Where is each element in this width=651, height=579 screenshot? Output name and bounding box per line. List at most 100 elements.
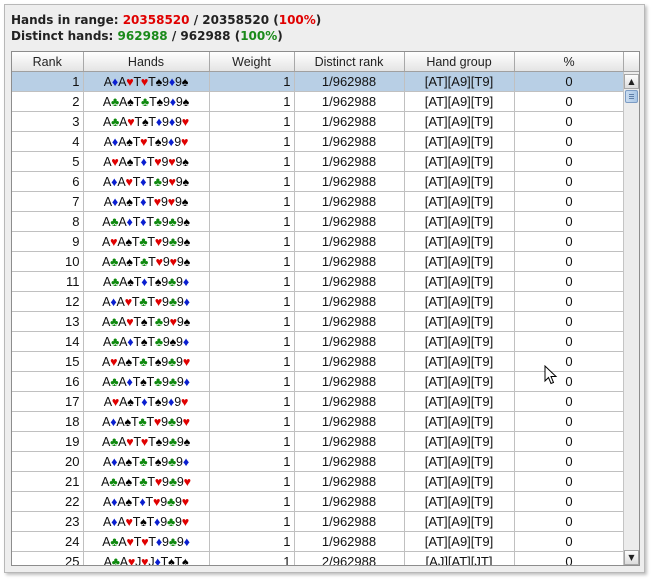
column-header-percent[interactable]: % <box>514 52 625 72</box>
spade-icon: ♠ <box>181 74 189 89</box>
cell-distinct-rank: 1/962988 <box>294 411 405 432</box>
cell-hand: A♦A♥T♣T♥9♣9♦ <box>83 291 210 312</box>
card-rank: 9 <box>162 94 170 109</box>
table-row[interactable]: 10 A♣A♠T♣T♥9♥9♠ 1 1/962988 [AT][A9][T9] 0 <box>12 251 625 272</box>
cell-hand: A♣A♠T♣T♥9♥9♠ <box>83 251 210 272</box>
cell-rank: 22 <box>12 491 84 512</box>
table-row[interactable]: 17 A♥A♠T♦T♠9♦9♥ 1 1/962988 [AT][A9][T9] 0 <box>12 391 625 412</box>
table-row[interactable]: 13 A♣A♥T♠T♣9♥9♠ 1 1/962988 [AT][A9][T9] 0 <box>12 311 625 332</box>
column-header-weight[interactable]: Weight <box>209 52 295 72</box>
heart-icon: ♥ <box>124 294 132 309</box>
table-row[interactable]: 21 A♣A♠T♣T♥9♣9♥ 1 1/962988 [AT][A9][T9] 0 <box>12 471 625 492</box>
cell-percent: 0 <box>514 531 625 552</box>
club-icon: ♣ <box>111 114 120 129</box>
table-row[interactable]: 24 A♣A♥T♥T♦9♣9♦ 1 1/962988 [AT][A9][T9] 0 <box>12 531 625 552</box>
mouse-cursor-icon <box>544 365 558 385</box>
club-icon: ♣ <box>110 434 119 449</box>
vertical-scrollbar[interactable]: ▲ ▼ <box>623 72 639 565</box>
table-row[interactable]: 23 A♦A♥T♠T♦9♣9♥ 1 1/962988 [AT][A9][T9] 0 <box>12 511 625 532</box>
card-rank: T <box>147 234 155 249</box>
card-rank: A <box>103 334 112 349</box>
table-row[interactable]: 6 A♦A♥T♦T♣9♥9♠ 1 1/962988 [AT][A9][T9] 0 <box>12 171 625 192</box>
card-rank: A <box>119 94 128 109</box>
cell-hand-group: [AT][A9][T9] <box>404 391 515 412</box>
distinct-hands-total: 962988 <box>180 29 231 43</box>
heart-icon: ♥ <box>167 194 175 209</box>
spade-icon: ♠ <box>182 94 190 109</box>
table-row[interactable]: 22 A♦A♠T♦T♥9♣9♥ 1 1/962988 [AT][A9][T9] 0 <box>12 491 625 512</box>
column-header-rank[interactable]: Rank <box>12 52 84 72</box>
diamond-icon: ♦ <box>183 374 190 389</box>
table-row[interactable]: 9 A♥A♠T♣T♥9♣9♠ 1 1/962988 [AT][A9][T9] 0 <box>12 231 625 252</box>
cell-weight: 1 <box>209 511 295 532</box>
cell-distinct-rank: 1/962988 <box>294 391 405 412</box>
card-rank: A <box>103 74 112 89</box>
table-row[interactable]: 7 A♦A♠T♦T♥9♥9♠ 1 1/962988 [AT][A9][T9] 0 <box>12 191 625 212</box>
table-row[interactable]: 14 A♣A♦T♠T♣9♠9♦ 1 1/962988 [AT][A9][T9] 0 <box>12 331 625 352</box>
card-rank: T <box>147 134 155 149</box>
cell-percent: 0 <box>514 191 625 212</box>
club-icon: ♣ <box>154 314 163 329</box>
table-row[interactable]: 15 A♥A♠T♣T♠9♣9♥ 1 1/962988 [AT][A9][T9] 0 <box>12 351 625 372</box>
card-rank: A <box>101 314 111 329</box>
table-row[interactable]: 2 A♣A♠T♣T♠9♦9♠ 1 1/962988 [AT][A9][T9] 0 <box>12 91 625 112</box>
cell-hand-group: [AT][A9][T9] <box>404 351 515 372</box>
table-row[interactable]: 11 A♣A♠T♦T♠9♣9♦ 1 1/962988 [AT][A9][T9] 0 <box>12 271 625 292</box>
club-icon: ♣ <box>167 414 176 429</box>
card-rank: 9 <box>176 274 183 289</box>
cell-hand-group: [AT][A9][T9] <box>404 511 515 532</box>
cell-hand-group: [AT][A9][T9] <box>404 271 515 292</box>
cell-percent: 0 <box>514 131 625 152</box>
heart-icon: ♥ <box>181 494 189 509</box>
cell-hand: A♥A♠T♣T♥9♣9♠ <box>83 231 210 252</box>
table-row[interactable]: 5 A♥A♠T♦T♥9♥9♠ 1 1/962988 [AT][A9][T9] 0 <box>12 151 625 172</box>
heart-icon: ♥ <box>127 554 136 566</box>
table-row[interactable]: 1 A♦A♥T♥T♠9♦9♠ 1 1/962988 [AT][A9][T9] 0 <box>12 71 625 92</box>
column-header-hand-group[interactable]: Hand group <box>404 52 515 72</box>
cell-rank: 5 <box>12 151 84 172</box>
club-icon: ♣ <box>111 334 120 349</box>
card-rank: 9 <box>176 334 183 349</box>
heart-icon: ♥ <box>182 354 191 369</box>
table-row[interactable]: 16 A♣A♦T♠T♣9♣9♦ 1 1/962988 [AT][A9][T9] 0 <box>12 371 625 392</box>
card-rank: 9 <box>162 534 169 549</box>
hands-in-range-line: Hands in range: 20358520 / 20358520 (100… <box>11 13 322 27</box>
table-row[interactable]: 3 A♣A♥T♠T♦9♦9♥ 1 1/962988 [AT][A9][T9] 0 <box>12 111 625 132</box>
card-rank: 9 <box>176 294 184 309</box>
card-rank: T <box>147 454 155 469</box>
table-row[interactable]: 18 A♦A♠T♣T♥9♣9♥ 1 1/962988 [AT][A9][T9] 0 <box>12 411 625 432</box>
hands-table-container[interactable]: Rank Hands Weight Distinct rank Hand gro… <box>11 51 640 566</box>
club-icon: ♣ <box>168 214 177 229</box>
club-icon: ♣ <box>154 334 163 349</box>
table-row[interactable]: 25 A♣A♥J♥J♦T♠T♠ 1 2/962988 [AJ][AT][JT] 0 <box>12 551 625 566</box>
header-corner <box>623 52 639 72</box>
card-rank: 9 <box>175 114 182 129</box>
card-rank: 9 <box>176 454 183 469</box>
cell-hand: A♣A♦T♠T♣9♣9♦ <box>83 371 210 392</box>
cell-hand-group: [AT][A9][T9] <box>404 311 515 332</box>
card-rank: T <box>147 354 155 369</box>
cell-hand-group: [AT][A9][T9] <box>404 91 515 112</box>
table-row[interactable]: 20 A♦A♠T♣T♠9♣9♦ 1 1/962988 [AT][A9][T9] 0 <box>12 451 625 472</box>
scroll-up-button[interactable]: ▲ <box>624 74 639 89</box>
table-row[interactable]: 4 A♦A♠T♥T♠9♦9♥ 1 1/962988 [AT][A9][T9] 0 <box>12 131 625 152</box>
scroll-thumb[interactable] <box>625 90 638 103</box>
table-row[interactable]: 12 A♦A♥T♣T♥9♣9♦ 1 1/962988 [AT][A9][T9] 0 <box>12 291 625 312</box>
table-row[interactable]: 8 A♣A♦T♦T♣9♣9♠ 1 1/962988 [AT][A9][T9] 0 <box>12 211 625 232</box>
card-rank: T <box>146 174 154 189</box>
scroll-down-button[interactable]: ▼ <box>624 550 639 565</box>
heart-icon: ♥ <box>168 154 176 169</box>
club-icon: ♣ <box>168 474 177 489</box>
cell-hand-group: [AT][A9][T9] <box>404 191 515 212</box>
column-header-hands[interactable]: Hands <box>83 52 210 72</box>
cell-weight: 1 <box>209 71 295 92</box>
cell-distinct-rank: 1/962988 <box>294 271 405 292</box>
cell-distinct-rank: 1/962988 <box>294 151 405 172</box>
card-rank: T <box>133 334 141 349</box>
cell-distinct-rank: 1/962988 <box>294 291 405 312</box>
card-rank: 9 <box>176 354 183 369</box>
club-icon: ♣ <box>168 434 177 449</box>
column-header-distinct-rank[interactable]: Distinct rank <box>294 52 405 72</box>
card-rank: 9 <box>175 174 183 189</box>
table-row[interactable]: 19 A♣A♥T♥T♠9♣9♠ 1 1/962988 [AT][A9][T9] 0 <box>12 431 625 452</box>
